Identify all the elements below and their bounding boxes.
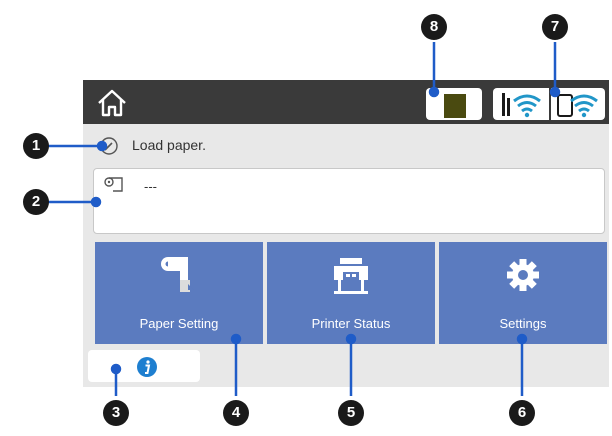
callout-3: 3 [103, 400, 129, 426]
callout-4: 4 [223, 400, 249, 426]
callout-1: 1 [23, 133, 49, 159]
callout-8: 8 [421, 14, 447, 40]
callout-5: 5 [338, 400, 364, 426]
callout-6: 6 [509, 400, 535, 426]
callout-7: 7 [542, 14, 568, 40]
callout-2: 2 [23, 189, 49, 215]
callout-lines [38, 42, 561, 396]
